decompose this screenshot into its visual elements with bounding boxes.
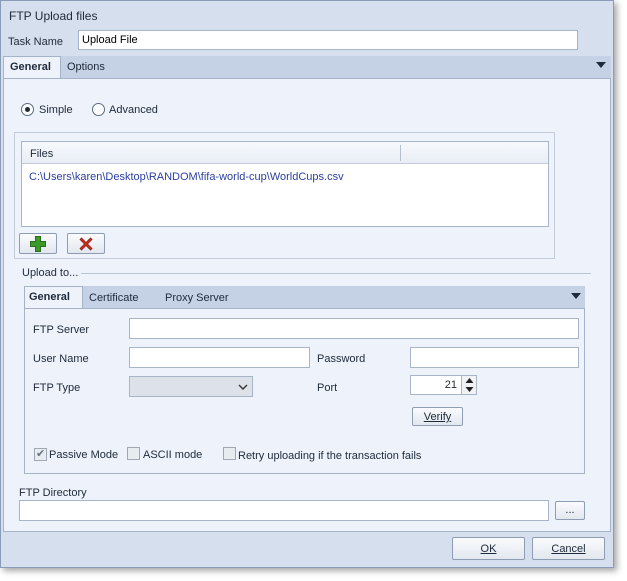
ascii-mode-label[interactable]: ASCII mode xyxy=(143,449,202,461)
ftp-type-label: FTP Type xyxy=(33,382,81,394)
spin-up-icon[interactable] xyxy=(465,377,474,384)
cancel-button[interactable]: Cancel xyxy=(532,537,605,560)
checkmark-icon: ✔ xyxy=(36,448,46,460)
main-tab-strip: General Options xyxy=(3,56,611,79)
port-spin-buttons[interactable] xyxy=(461,376,476,394)
column-divider[interactable] xyxy=(400,145,401,161)
title-bar[interactable]: FTP Upload files xyxy=(1,1,613,30)
chevron-down-icon xyxy=(238,384,248,390)
ftp-directory-input[interactable] xyxy=(19,500,549,521)
delete-x-icon xyxy=(79,237,93,251)
window-title: FTP Upload files xyxy=(9,9,98,23)
retry-checkbox[interactable] xyxy=(223,447,236,460)
simple-radio-label[interactable]: Simple xyxy=(39,104,73,116)
passive-mode-label[interactable]: Passive Mode xyxy=(49,449,118,461)
tab-menu-arrow-icon[interactable] xyxy=(596,62,606,68)
password-label: Password xyxy=(317,353,366,365)
browse-directory-button[interactable]: ... xyxy=(555,501,585,520)
ftp-upload-dialog: FTP Upload files Task Name General Optio… xyxy=(0,0,614,568)
upload-tab-strip: General Certificate Proxy Server xyxy=(24,286,585,309)
port-value[interactable]: 21 xyxy=(445,379,457,391)
files-column-header[interactable]: Files xyxy=(30,148,53,160)
task-name-input[interactable] xyxy=(78,30,578,50)
passive-mode-checkbox[interactable]: ✔ xyxy=(34,448,47,461)
tab-options[interactable]: Options xyxy=(67,61,105,73)
file-row[interactable]: C:\Users\karen\Desktop\RANDOM\fifa-world… xyxy=(29,171,344,183)
tab-general[interactable]: General xyxy=(3,56,61,79)
upload-tab-certificate[interactable]: Certificate xyxy=(89,292,139,304)
task-name-label: Task Name xyxy=(8,36,64,48)
ftp-server-input[interactable] xyxy=(129,318,579,339)
ftp-type-select[interactable] xyxy=(129,376,253,397)
files-grid-header: Files xyxy=(22,142,548,164)
spin-down-icon[interactable] xyxy=(465,386,474,393)
upload-tab-proxy-server[interactable]: Proxy Server xyxy=(165,292,229,304)
ok-button[interactable]: OK xyxy=(452,537,525,560)
upload-group-line xyxy=(81,273,591,274)
retry-label[interactable]: Retry uploading if the transaction fails xyxy=(238,450,421,462)
upload-tab-menu-arrow-icon[interactable] xyxy=(571,293,581,299)
advanced-radio-label[interactable]: Advanced xyxy=(109,104,158,116)
simple-radio[interactable] xyxy=(21,103,34,116)
ftp-directory-label: FTP Directory xyxy=(19,487,87,499)
add-file-button[interactable] xyxy=(19,233,57,254)
verify-button[interactable]: Verify xyxy=(412,407,463,426)
upload-to-label: Upload to... xyxy=(22,267,79,279)
user-name-input[interactable] xyxy=(129,347,310,368)
remove-file-button[interactable] xyxy=(67,233,105,254)
ascii-mode-checkbox[interactable] xyxy=(127,447,140,460)
user-name-label: User Name xyxy=(33,353,89,365)
upload-tab-general[interactable]: General xyxy=(24,286,83,309)
port-label: Port xyxy=(317,382,338,394)
files-grid[interactable]: Files C:\Users\karen\Desktop\RANDOM\fifa… xyxy=(21,141,549,227)
password-input[interactable] xyxy=(410,347,579,368)
port-stepper[interactable]: 21 xyxy=(410,375,477,395)
ftp-server-label: FTP Server xyxy=(33,324,90,336)
advanced-radio[interactable] xyxy=(92,103,105,116)
plus-icon xyxy=(30,236,46,252)
